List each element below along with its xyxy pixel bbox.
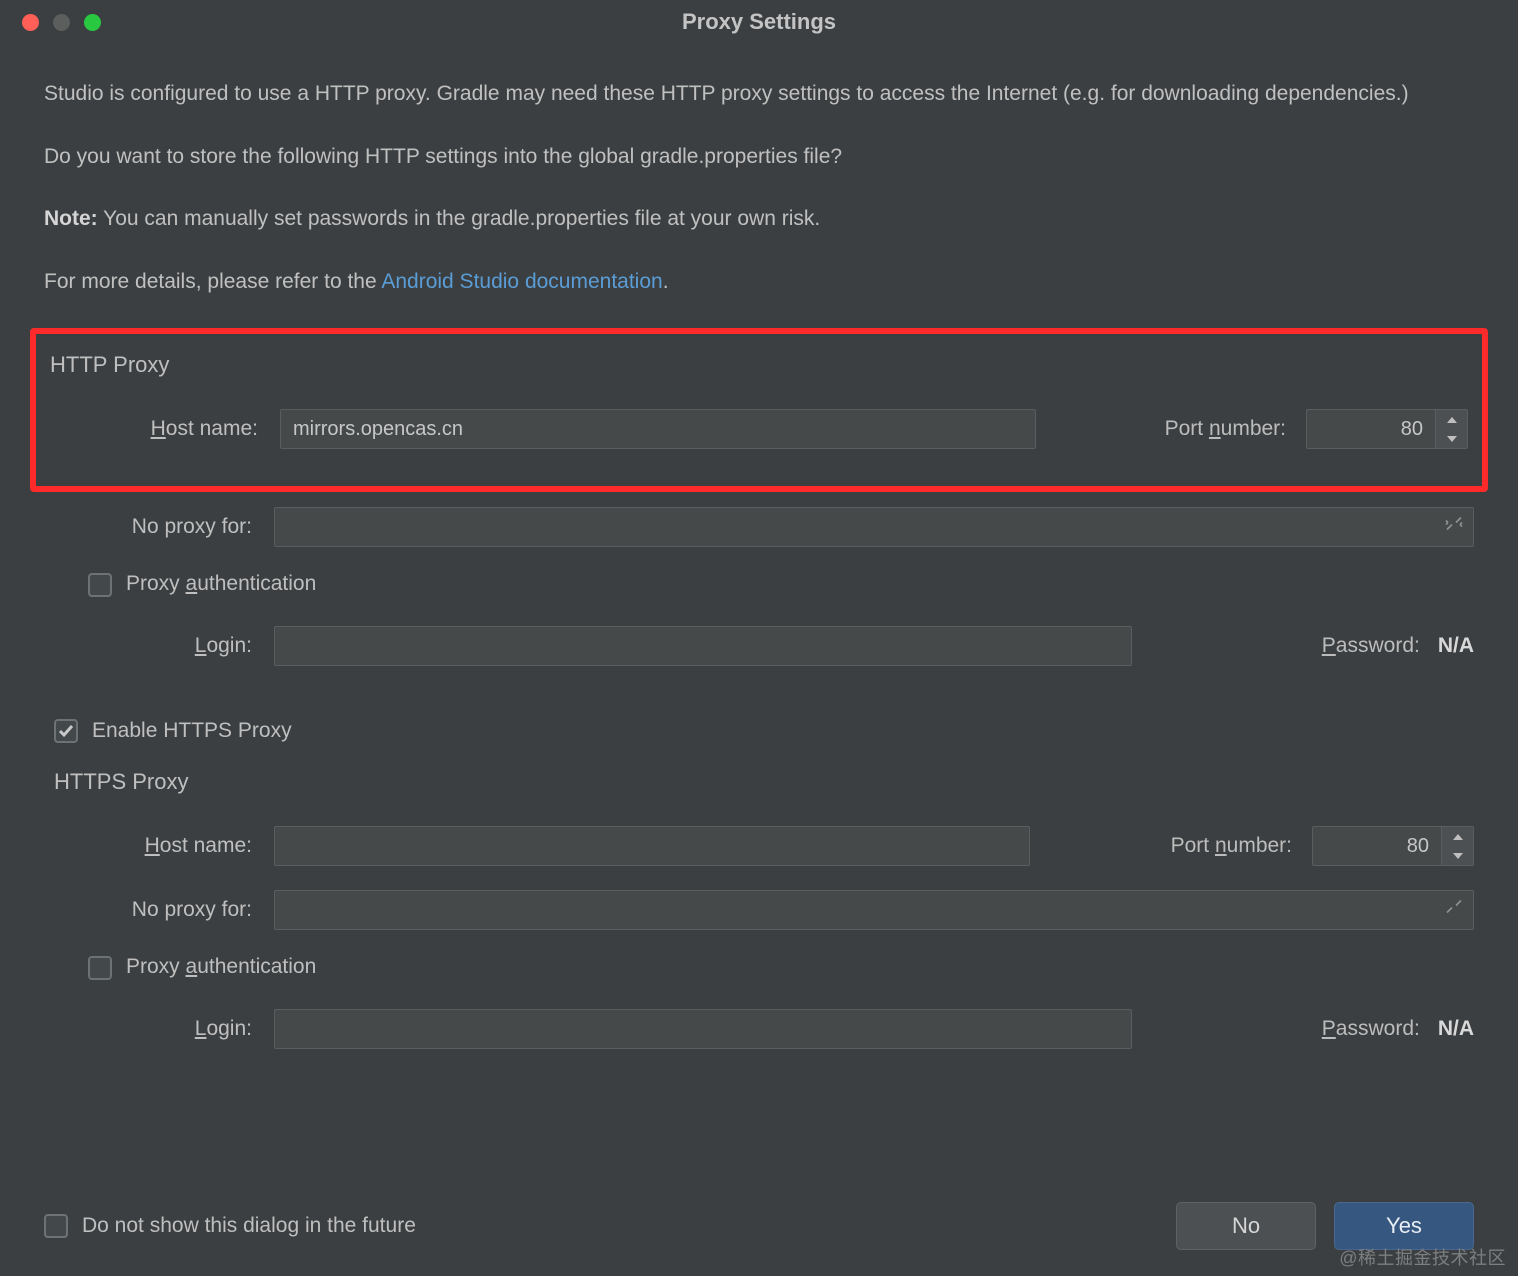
note-text: You can manually set passwords in the gr… <box>98 207 821 230</box>
no-button[interactable]: No <box>1176 1202 1316 1250</box>
https-login-row: Login: Password: N/A <box>44 1002 1474 1056</box>
http-host-input[interactable] <box>280 409 1036 449</box>
expand-icon[interactable] <box>1445 512 1463 543</box>
spinner-up-icon[interactable] <box>1442 827 1473 846</box>
https-login-input[interactable] <box>274 1009 1132 1049</box>
spinner-down-icon[interactable] <box>1436 429 1467 448</box>
http-password-value: N/A <box>1438 630 1474 663</box>
https-host-row: Host name: Port number: <box>44 819 1474 873</box>
enable-https-label: Enable HTTPS Proxy <box>92 715 292 748</box>
http-auth-label: Proxy authentication <box>126 568 316 601</box>
dont-show-row: Do not show this dialog in the future <box>44 1214 416 1238</box>
https-password-label: Password: <box>1322 1013 1420 1046</box>
http-proxy-highlight: HTTP Proxy Host name: Port number: <box>30 328 1488 492</box>
intro-note: Note: You can manually set passwords in … <box>44 203 1474 236</box>
http-noproxy-input[interactable] <box>274 507 1474 547</box>
https-port-field <box>1312 826 1474 866</box>
http-host-label: Host name: <box>50 413 280 446</box>
close-icon[interactable] <box>22 14 39 31</box>
https-host-label: Host name: <box>44 830 274 863</box>
note-label: Note: <box>44 207 98 230</box>
titlebar: Proxy Settings <box>0 0 1518 44</box>
http-port-spinner[interactable] <box>1436 409 1468 449</box>
window-title: Proxy Settings <box>0 9 1518 35</box>
dont-show-checkbox[interactable] <box>44 1214 68 1238</box>
https-noproxy-row: No proxy for: <box>44 883 1474 937</box>
more-prefix: For more details, please refer to the <box>44 270 381 293</box>
http-port-input[interactable] <box>1306 409 1436 449</box>
https-auth-row: Proxy authentication <box>88 951 1474 984</box>
minimize-icon[interactable] <box>53 14 70 31</box>
https-password-value: N/A <box>1438 1013 1474 1046</box>
http-noproxy-label: No proxy for: <box>44 511 274 544</box>
http-login-input[interactable] <box>274 626 1132 666</box>
intro-para-2: Do you want to store the following HTTP … <box>44 141 1474 174</box>
https-login-label: Login: <box>44 1013 274 1046</box>
http-auth-checkbox[interactable] <box>88 573 112 597</box>
dialog-footer: Do not show this dialog in the future No… <box>0 1202 1518 1250</box>
https-auth-label: Proxy authentication <box>126 951 316 984</box>
intro-more: For more details, please refer to the An… <box>44 266 1474 299</box>
dialog-body: Studio is configured to use a HTTP proxy… <box>0 44 1518 1056</box>
http-noproxy-row: No proxy for: <box>44 500 1474 554</box>
http-password-label: Password: <box>1322 630 1420 663</box>
spinner-down-icon[interactable] <box>1442 846 1473 865</box>
zoom-icon[interactable] <box>84 14 101 31</box>
more-suffix: . <box>663 270 669 293</box>
http-login-row: Login: Password: N/A <box>44 619 1474 673</box>
http-host-row: Host name: Port number: <box>50 402 1468 456</box>
docs-link[interactable]: Android Studio documentation <box>381 270 662 293</box>
https-port-spinner[interactable] <box>1442 826 1474 866</box>
intro-para-1: Studio is configured to use a HTTP proxy… <box>44 78 1474 111</box>
dont-show-label: Do not show this dialog in the future <box>82 1214 416 1238</box>
expand-icon[interactable] <box>1445 895 1463 926</box>
https-proxy-section-title: HTTPS Proxy <box>54 765 1474 799</box>
https-host-input[interactable] <box>274 826 1030 866</box>
watermark: @稀土掘金技术社区 <box>1339 1244 1506 1270</box>
http-port-label: Port number: <box>1165 413 1286 446</box>
https-noproxy-input[interactable] <box>274 890 1474 930</box>
http-port-field <box>1306 409 1468 449</box>
https-port-input[interactable] <box>1312 826 1442 866</box>
spinner-up-icon[interactable] <box>1436 410 1467 429</box>
enable-https-checkbox[interactable] <box>54 719 78 743</box>
https-noproxy-label: No proxy for: <box>44 894 274 927</box>
enable-https-row: Enable HTTPS Proxy <box>54 715 1474 748</box>
window-controls <box>0 14 101 31</box>
yes-button[interactable]: Yes <box>1334 1202 1474 1250</box>
http-auth-row: Proxy authentication <box>88 568 1474 601</box>
https-port-label: Port number: <box>1171 830 1292 863</box>
http-proxy-section-title: HTTP Proxy <box>50 348 1468 382</box>
http-login-label: Login: <box>44 630 274 663</box>
https-auth-checkbox[interactable] <box>88 956 112 980</box>
